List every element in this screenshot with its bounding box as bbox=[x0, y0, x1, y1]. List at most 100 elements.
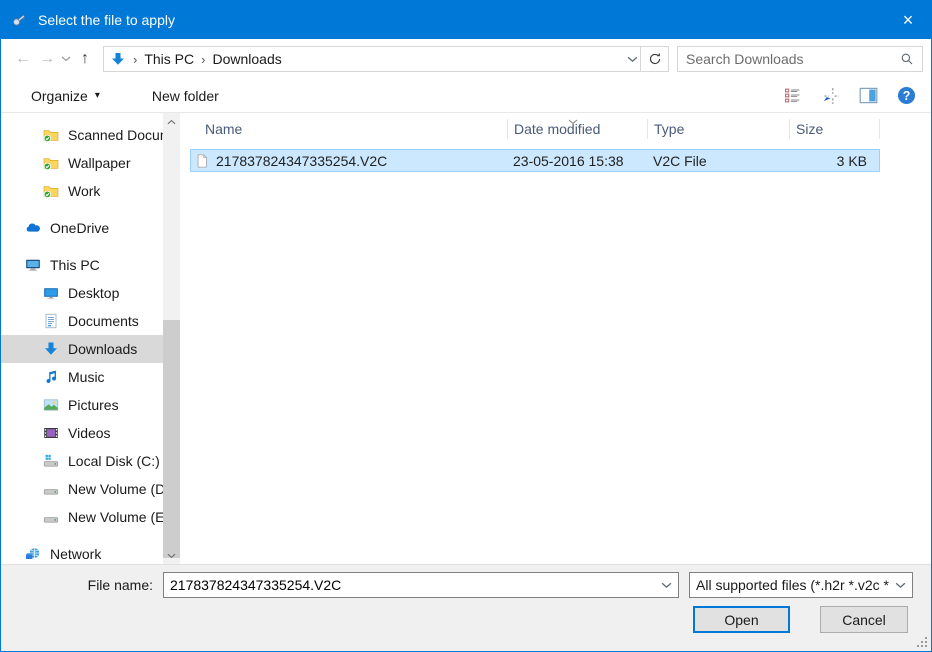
new-folder-label: New folder bbox=[152, 88, 219, 104]
scrollbar-down-button[interactable] bbox=[163, 547, 180, 564]
sidebar-item-downloads[interactable]: Downloads bbox=[1, 335, 163, 363]
preview-pane-button[interactable] bbox=[857, 85, 879, 107]
chevron-down-icon bbox=[61, 56, 71, 62]
close-button[interactable]: × bbox=[885, 1, 931, 39]
toolbar: Organize ▾ New folder bbox=[1, 79, 931, 113]
file-type-filter-value: All supported files (*.h2r *.v2c * bbox=[696, 577, 895, 593]
desktop-icon bbox=[43, 285, 59, 301]
details-view-icon bbox=[784, 87, 801, 104]
dialog-footer: File name: All supported files (*.h2r *.… bbox=[1, 564, 931, 651]
sidebar-item-label: Work bbox=[68, 183, 100, 199]
breadcrumb-this-pc[interactable]: This PC bbox=[144, 51, 194, 67]
sidebar-item-this-pc[interactable]: This PC bbox=[1, 251, 163, 279]
column-header-size[interactable]: Size bbox=[790, 119, 880, 139]
folder-tree-sidebar: Scanned Docum Wallpaper Work OneDrive Th… bbox=[1, 113, 163, 564]
file-name-dropdown-icon[interactable] bbox=[661, 582, 672, 589]
open-button[interactable]: Open bbox=[693, 606, 790, 633]
breadcrumb-separator-icon: › bbox=[194, 52, 212, 67]
preview-pane-icon bbox=[859, 87, 878, 104]
sidebar-gap bbox=[1, 205, 163, 214]
sidebar-item-pictures[interactable]: Pictures bbox=[1, 391, 163, 419]
file-type-filter-select[interactable]: All supported files (*.h2r *.v2c * bbox=[689, 572, 913, 598]
sidebar-item-desktop[interactable]: Desktop bbox=[1, 279, 163, 307]
pictures-icon bbox=[43, 397, 59, 413]
sidebar-item-videos[interactable]: Videos bbox=[1, 419, 163, 447]
file-dialog-window: Select the file to apply × ← → ↑ › This … bbox=[0, 0, 932, 652]
address-dropdown-icon[interactable] bbox=[627, 56, 638, 63]
sidebar-item-new-volume-d[interactable]: New Volume (D: bbox=[1, 475, 163, 503]
sidebar-item-new-volume-e[interactable]: New Volume (E:) bbox=[1, 503, 163, 531]
cancel-button[interactable]: Cancel bbox=[820, 606, 908, 633]
sidebar-item-label: Network bbox=[50, 546, 101, 562]
recent-locations-button[interactable] bbox=[59, 56, 73, 62]
sidebar-item-label: Wallpaper bbox=[68, 155, 131, 171]
file-date-cell: 23-05-2016 15:38 bbox=[507, 153, 647, 169]
sidebar-item-label: New Volume (D: bbox=[68, 481, 163, 497]
new-folder-button[interactable]: New folder bbox=[146, 84, 225, 108]
sidebar-gap bbox=[1, 242, 163, 251]
sidebar-item-documents[interactable]: Documents bbox=[1, 307, 163, 335]
resize-grip[interactable] bbox=[915, 635, 928, 648]
file-size-cell: 3 KB bbox=[789, 153, 875, 169]
search-input[interactable] bbox=[686, 51, 900, 67]
scrollbar-up-button[interactable] bbox=[163, 113, 180, 130]
file-row-selected[interactable]: 217837824347335254.V2C 23-05-2016 15:38 … bbox=[190, 149, 880, 172]
forward-arrow-icon: → bbox=[39, 50, 55, 68]
sidebar-item-label: OneDrive bbox=[50, 220, 109, 236]
sidebar-item-label: Local Disk (C:) bbox=[68, 453, 160, 469]
sidebar-item-onedrive[interactable]: OneDrive bbox=[1, 214, 163, 242]
sidebar-item-label: Pictures bbox=[68, 397, 119, 413]
documents-icon bbox=[43, 313, 59, 329]
sidebar-item-label: Scanned Docum bbox=[68, 127, 163, 143]
window-title: Select the file to apply bbox=[38, 12, 885, 28]
details-view-button[interactable] bbox=[781, 85, 803, 107]
up-button[interactable]: ↑ bbox=[73, 46, 97, 72]
app-key-icon bbox=[10, 11, 28, 29]
file-list-area: Name Date modified Type Size 21783782434… bbox=[180, 113, 931, 564]
sidebar-item-network[interactable]: Network bbox=[1, 540, 163, 564]
disk-drive-icon bbox=[43, 481, 59, 497]
sidebar-item-wallpaper[interactable]: Wallpaper bbox=[1, 149, 163, 177]
sidebar-item-label: Documents bbox=[68, 313, 139, 329]
change-view-button[interactable] bbox=[819, 85, 841, 107]
organize-button[interactable]: Organize ▾ bbox=[25, 84, 106, 108]
forward-button[interactable]: → bbox=[35, 46, 59, 72]
refresh-button[interactable] bbox=[641, 46, 669, 72]
help-icon: ? bbox=[897, 86, 916, 105]
sidebar-item-label: This PC bbox=[50, 257, 100, 273]
file-type-cell: V2C File bbox=[647, 153, 789, 169]
address-bar[interactable]: › This PC › Downloads bbox=[103, 46, 641, 72]
file-name-label: File name: bbox=[1, 577, 153, 593]
help-button[interactable]: ? bbox=[895, 85, 917, 107]
sidebar-scrollbar[interactable] bbox=[163, 113, 180, 564]
network-icon bbox=[25, 546, 41, 562]
sidebar-item-label: Videos bbox=[68, 425, 111, 441]
file-name-text: 217837824347335254.V2C bbox=[216, 153, 387, 169]
downloads-icon bbox=[43, 341, 59, 357]
onedrive-cloud-icon bbox=[25, 220, 41, 236]
search-box bbox=[677, 46, 923, 72]
dialog-content: Scanned Docum Wallpaper Work OneDrive Th… bbox=[1, 113, 931, 564]
sidebar-item-scanned-documents[interactable]: Scanned Docum bbox=[1, 121, 163, 149]
videos-icon bbox=[43, 425, 59, 441]
column-header-name[interactable]: Name bbox=[190, 119, 508, 139]
file-name-input[interactable] bbox=[170, 577, 661, 593]
column-header-date-modified[interactable]: Date modified bbox=[508, 119, 648, 139]
file-list-header: Name Date modified Type Size bbox=[190, 115, 931, 143]
folder-sync-icon bbox=[43, 183, 59, 199]
search-icon[interactable] bbox=[900, 52, 914, 66]
column-header-type[interactable]: Type bbox=[648, 119, 790, 139]
sidebar-gap bbox=[1, 531, 163, 540]
sidebar-item-local-disk-c[interactable]: Local Disk (C:) bbox=[1, 447, 163, 475]
organize-caret-icon: ▾ bbox=[95, 90, 100, 101]
scrollbar-thumb[interactable] bbox=[163, 320, 180, 558]
local-disk-c-icon bbox=[43, 453, 59, 469]
cancel-button-label: Cancel bbox=[842, 612, 886, 628]
file-name-cell: 217837824347335254.V2C bbox=[191, 153, 507, 169]
file-name-combobox bbox=[163, 572, 679, 598]
sidebar-item-work[interactable]: Work bbox=[1, 177, 163, 205]
sidebar-item-music[interactable]: Music bbox=[1, 363, 163, 391]
chevron-down-icon bbox=[167, 553, 176, 559]
back-button[interactable]: ← bbox=[11, 46, 35, 72]
breadcrumb-downloads[interactable]: Downloads bbox=[212, 51, 281, 67]
